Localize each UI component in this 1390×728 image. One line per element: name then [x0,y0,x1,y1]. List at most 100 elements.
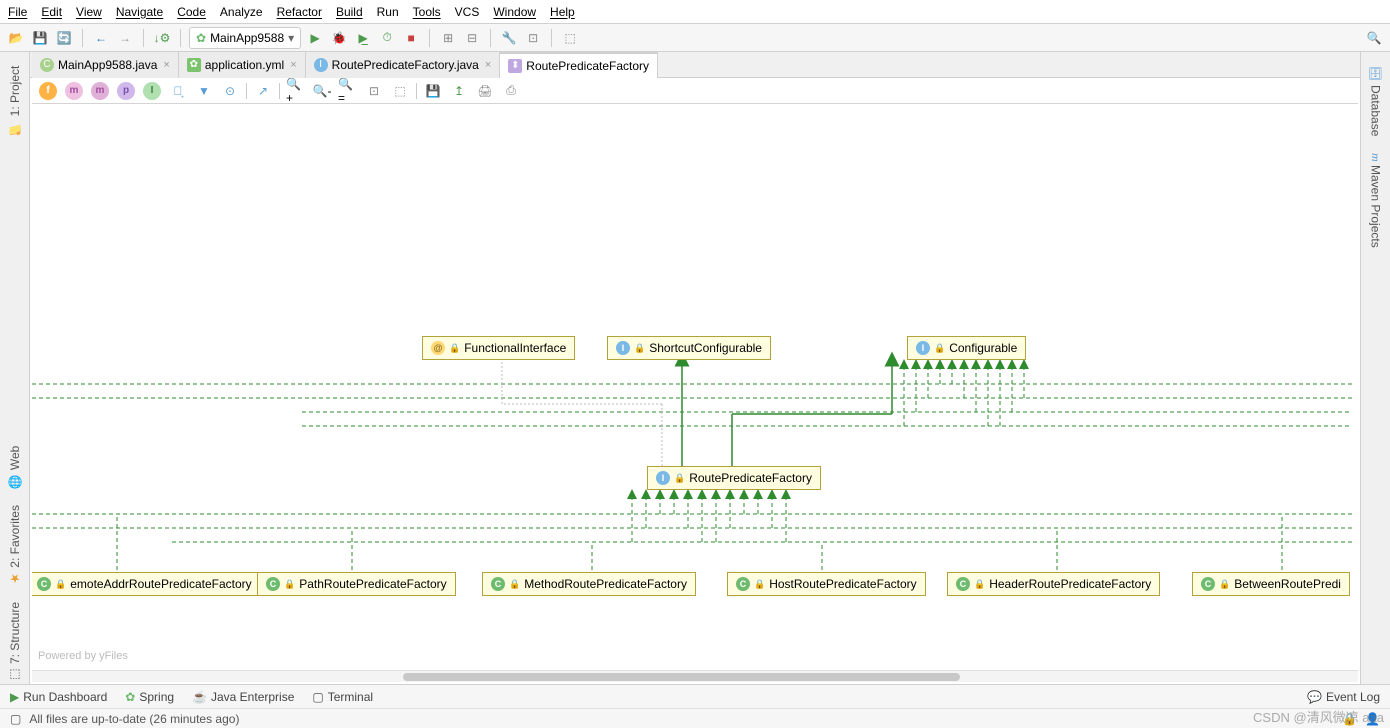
menu-view[interactable]: View [76,5,102,19]
sidebar-favorites[interactable]: ★2: Favorites [8,505,22,586]
bottom-java-ee[interactable]: ☕Java Enterprise [192,690,294,704]
filter-p[interactable]: p [116,81,136,101]
scope-icon[interactable]: ⊙ [220,81,240,101]
zoom-out-icon[interactable]: 🔍- [312,81,332,101]
close-icon[interactable]: × [290,59,296,71]
node-method[interactable]: C 🔒 MethodRoutePredicateFactory [482,572,696,596]
expand-icon[interactable]: ↗ [253,81,273,101]
node-path[interactable]: C 🔒 PathRoutePredicateFactory [257,572,456,596]
run-config-selector[interactable]: ✿ MainApp9588 ▾ [189,27,301,49]
close-icon[interactable]: × [163,59,169,71]
structure-icon[interactable]: ⊡ [523,28,543,48]
zoom-in-icon[interactable]: 🔍+ [286,81,306,101]
menu-vcs[interactable]: VCS [455,5,480,19]
menu-file[interactable]: File [8,5,27,19]
filter-f[interactable]: f [38,81,58,101]
sidebar-database[interactable]: 🗄Database [1369,66,1383,137]
stop-icon[interactable]: ■ [401,28,421,48]
settings-icon[interactable]: 🔧 [499,28,519,48]
node-configurable[interactable]: I 🔒 Configurable [907,336,1026,360]
interface-icon: I [616,341,630,355]
export-icon[interactable]: ↥ [449,81,469,101]
preview-icon[interactable]: ⎙ [501,81,521,101]
node-host[interactable]: C 🔒 HostRoutePredicateFactory [727,572,926,596]
horizontal-scrollbar[interactable] [32,670,1358,682]
status-man-icon[interactable]: 👤 [1365,712,1380,726]
hierarchy-icon: ⬍ [508,59,522,73]
print-icon[interactable]: 🖨 [475,81,495,101]
layout-icon-1[interactable]: ⊞ [438,28,458,48]
bottom-toolbar: ▶Run Dashboard ✿Spring ☕Java Enterprise … [0,684,1390,708]
menu-build[interactable]: Build [336,5,363,19]
bottom-terminal[interactable]: ▢Terminal [312,690,373,704]
menu-run[interactable]: Run [377,5,399,19]
bottom-event-log[interactable]: 💬Event Log [1307,690,1380,704]
fit-icon[interactable]: ⊡ [364,81,384,101]
tab-rpf-diagram[interactable]: ⬍ RoutePredicateFactory [500,52,658,78]
save-diagram-icon[interactable]: 💾 [423,81,443,101]
menu-window[interactable]: Window [493,5,536,19]
search-icon[interactable]: 🔍 [1364,28,1384,48]
layout-icon-2[interactable]: ⊟ [462,28,482,48]
back-icon[interactable]: ← [91,28,111,48]
lock-icon: 🔒 [754,579,765,590]
filter-icon[interactable]: ▼ [194,81,214,101]
node-functional-interface[interactable]: @ 🔒 FunctionalInterface [422,336,575,360]
tab-rpf-java[interactable]: I RoutePredicateFactory.java × [306,52,501,78]
open-icon[interactable]: 📂 [6,28,26,48]
filter-i[interactable]: I [142,81,162,101]
diagram-canvas[interactable]: @ 🔒 FunctionalInterface I 🔒 ShortcutConf… [32,104,1358,668]
menu-tools[interactable]: Tools [413,5,441,19]
debug-icon[interactable]: 🐞 [329,28,349,48]
node-header[interactable]: C 🔒 HeaderRoutePredicateFactory [947,572,1160,596]
scrollbar-thumb[interactable] [403,673,960,681]
sidebar-structure[interactable]: ⬚7: Structure [8,602,22,682]
run-config-label: MainApp9588 [210,31,284,45]
class-icon: C [266,577,280,591]
sdk-icon[interactable]: ⬚ [560,28,580,48]
node-shortcut-configurable[interactable]: I 🔒 ShortcutConfigurable [607,336,771,360]
node-remoteaddr[interactable]: C 🔒 emoteAddrRoutePredicateFactory [32,572,261,596]
menu-edit[interactable]: Edit [41,5,62,19]
sidebar-project[interactable]: 📁1: Project [8,66,22,135]
bottom-spring[interactable]: ✿Spring [125,690,174,704]
main-toolbar: 📂 💾 🔄 ← → ↓⚙ ✿ MainApp9588 ▾ ▶ 🐞 ▶̲ ⏱ ■ … [0,24,1390,52]
right-sidebar: 🗄Database mMaven Projects [1360,52,1390,690]
spring-icon: ✿ [187,58,201,72]
menu-refactor[interactable]: Refactor [277,5,322,19]
coverage-icon[interactable]: ▶̲ [353,28,373,48]
node-route-predicate-factory[interactable]: I 🔒 RoutePredicateFactory [647,466,821,490]
status-text: All files are up-to-date (26 minutes ago… [29,712,239,726]
bottom-run-dashboard[interactable]: ▶Run Dashboard [10,690,107,704]
zoom-actual-icon[interactable]: 🔍= [338,81,358,101]
java-interface-icon: I [314,58,328,72]
forward-icon[interactable]: → [115,28,135,48]
status-lock-icon[interactable]: 🔒 [1342,712,1357,726]
menu-help[interactable]: Help [550,5,575,19]
build-icon[interactable]: ↓⚙ [152,28,172,48]
run-icon[interactable]: ▶ [305,28,325,48]
refresh-icon[interactable]: 🔄 [54,28,74,48]
filter-m[interactable]: m [64,81,84,101]
profile-icon[interactable]: ⏱ [377,28,397,48]
lock-icon: 🔒 [1219,579,1230,590]
lock-icon: 🔒 [509,579,520,590]
left-sidebar: 📁1: Project 🌐Web ★2: Favorites ⬚7: Struc… [0,52,30,690]
tab-applicationyml[interactable]: ✿ application.yml × [179,52,306,78]
sidebar-web[interactable]: 🌐Web [8,446,22,489]
sidebar-maven[interactable]: mMaven Projects [1368,153,1383,248]
lock-icon: 🔒 [55,579,66,590]
close-icon[interactable]: × [485,59,491,71]
save-icon[interactable]: 💾 [30,28,50,48]
node-between[interactable]: C 🔒 BetweenRoutePredi [1192,572,1350,596]
filter-m2[interactable]: m [90,81,110,101]
class-icon: C [37,577,51,591]
class-icon: C [956,577,970,591]
layout-icon[interactable]: ⬚ [390,81,410,101]
menu-code[interactable]: Code [177,5,206,19]
interface-icon: I [656,471,670,485]
menu-analyze[interactable]: Analyze [220,5,263,19]
tab-mainapp[interactable]: C MainApp9588.java × [32,52,179,78]
show-deps-icon[interactable]: ⬚͙ [168,81,188,101]
menu-navigate[interactable]: Navigate [116,5,163,19]
